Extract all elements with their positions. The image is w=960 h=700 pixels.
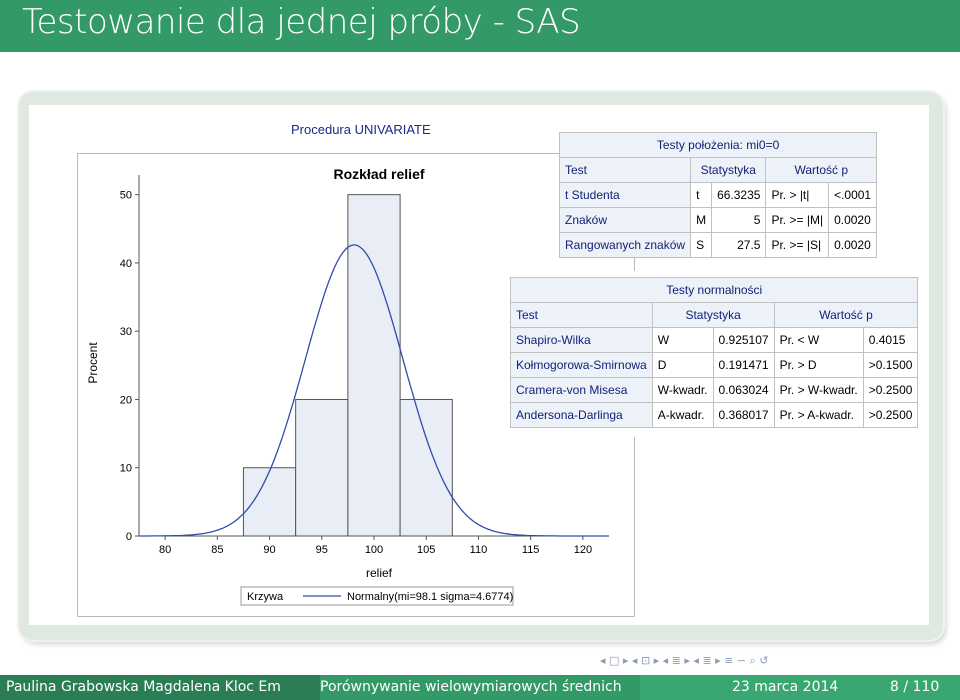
sas-output-image: Procedura UNIVARIATE Rozkład relief Proc…: [29, 105, 929, 625]
row-label: Andersona-Darlinga: [510, 402, 653, 428]
col-header-stat: Statystyka: [651, 302, 775, 328]
y-tick-label: 10: [120, 463, 132, 475]
x-tick-label: 80: [159, 544, 171, 556]
p-value: 0.4015: [862, 327, 919, 353]
col-header-test: Test: [510, 302, 653, 328]
stat-symbol: W: [651, 327, 714, 353]
p-condition: Pr. >= |S|: [765, 232, 830, 258]
y-tick-label: 20: [120, 394, 132, 406]
x-tick-label: 110: [470, 544, 488, 556]
footer-title-box: Porównywanie wielowymiarowych średnich: [320, 675, 640, 700]
stat-symbol: A-kwadr.: [651, 402, 714, 428]
location-tests-title: Testy położenia: mi0=0: [558, 132, 878, 158]
p-condition: Pr. > A-kwadr.: [773, 402, 864, 428]
x-tick-label: 105: [417, 544, 435, 556]
x-tick-label: 95: [316, 544, 328, 556]
y-tick-label: 40: [120, 258, 132, 270]
row-label: Cramera-von Misesa: [510, 377, 653, 403]
p-condition: Pr. >= |M|: [765, 207, 830, 233]
stat-value: 5: [711, 207, 767, 233]
normality-tests-title: Testy normalności: [509, 277, 919, 303]
stat-value: 0.368017: [712, 402, 775, 428]
col-header-p: Wartość p: [773, 302, 919, 328]
normality-tests-table: Testy normalności Test Statystyka Wartoś…: [509, 277, 919, 428]
p-value: >0.2500: [862, 402, 919, 428]
p-value: <.0001: [828, 182, 878, 208]
stat-value: 66.3235: [711, 182, 767, 208]
footer-talk-title: Porównywanie wielowymiarowych średnich: [320, 679, 622, 695]
footer: Paulina Grabowska Magdalena Kloc Em Poró…: [0, 675, 960, 700]
title-bar: Testowanie dla jednej próby - SAS: [0, 0, 960, 52]
table-row: t Studenta t 66.3235 Pr. > |t| <.0001: [558, 182, 878, 208]
legend-label: Krzywa: [247, 591, 284, 603]
stat-value: 27.5: [711, 232, 767, 258]
x-axis-label: relief: [366, 566, 393, 580]
x-tick-label: 115: [522, 544, 540, 556]
y-tick-label: 0: [126, 531, 132, 543]
footer-info-box: 23 marca 2014 8 / 110: [640, 675, 960, 700]
table-row: Znaków M 5 Pr. >= |M| 0.0020: [558, 207, 878, 233]
location-tests-table: Testy położenia: mi0=0 Test Statystyka W…: [558, 132, 878, 258]
row-label: Znaków: [558, 207, 692, 233]
p-condition: Pr. < W: [773, 327, 864, 353]
stat-value: 0.925107: [712, 327, 775, 353]
row-label: Shapiro-Wilka: [510, 327, 653, 353]
stat-symbol: t: [690, 182, 713, 208]
histogram-bar: [347, 194, 401, 537]
footer-date: 23 marca 2014: [732, 679, 839, 695]
table-row: Shapiro-Wilka W 0.925107 Pr. < W 0.4015: [510, 327, 919, 353]
histogram-bar: [399, 398, 453, 537]
row-label: t Studenta: [558, 182, 692, 208]
row-label: Rangowanych znaków: [558, 232, 692, 258]
footer-authors-box: Paulina Grabowska Magdalena Kloc Em: [0, 675, 320, 700]
stat-symbol: S: [690, 232, 713, 258]
legend-entry: Normalny(mi=98.1 sigma=4.6774): [347, 591, 513, 603]
col-header-p: Wartość p: [765, 157, 878, 183]
p-condition: Pr. > |t|: [765, 182, 830, 208]
x-tick-label: 100: [365, 544, 383, 556]
y-tick-label: 30: [120, 326, 132, 338]
table-row: Rangowanych znaków S 27.5 Pr. >= |S| 0.0…: [558, 232, 878, 258]
table-row: Andersona-Darlinga A-kwadr. 0.368017 Pr.…: [510, 402, 919, 428]
table-row: Cramera-von Misesa W-kwadr. 0.063024 Pr.…: [510, 377, 919, 403]
col-header-test: Test: [558, 157, 692, 183]
histogram-bar: [242, 467, 297, 537]
x-tick-label: 85: [211, 544, 223, 556]
p-value: >0.2500: [862, 377, 919, 403]
table-row: Kołmogorowa-Smirnowa D 0.191471 Pr. > D …: [510, 352, 919, 378]
slide-title: Testowanie dla jednej próby - SAS: [22, 2, 581, 42]
p-value: 0.0020: [828, 207, 878, 233]
footer-authors: Paulina Grabowska Magdalena Kloc Em: [6, 679, 281, 695]
x-tick-label: 120: [574, 544, 592, 556]
stat-value: 0.063024: [712, 377, 775, 403]
p-value: >0.1500: [862, 352, 919, 378]
stat-value: 0.191471: [712, 352, 775, 378]
p-condition: Pr. > D: [773, 352, 864, 378]
stat-symbol: M: [690, 207, 713, 233]
stat-symbol: D: [651, 352, 714, 378]
chart-title: Rozkład relief: [333, 166, 424, 182]
p-condition: Pr. > W-kwadr.: [773, 377, 864, 403]
beamer-navigation-icons[interactable]: ◂ □ ▸ ◂ ⊡ ▸ ◂ ≣ ▸ ◂ ≣ ▸ ≡ ∽ ⌕ ↺: [600, 654, 960, 670]
y-tick-label: 50: [120, 190, 132, 202]
y-axis-label: Procent: [86, 342, 100, 384]
histogram-bar: [295, 398, 349, 537]
footer-page-number: 8 / 110: [890, 679, 940, 695]
col-header-stat: Statystyka: [690, 157, 767, 183]
x-tick-label: 90: [263, 544, 275, 556]
p-value: 0.0020: [828, 232, 878, 258]
stat-symbol: W-kwadr.: [651, 377, 714, 403]
row-label: Kołmogorowa-Smirnowa: [510, 352, 653, 378]
